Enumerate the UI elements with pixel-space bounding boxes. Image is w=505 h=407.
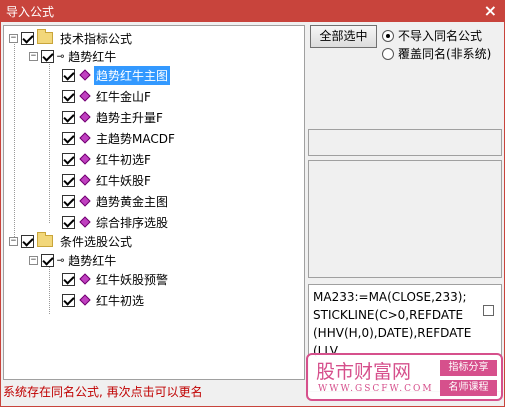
radio-label: 覆盖同名(非系统) xyxy=(398,47,492,61)
info-panel-middle xyxy=(308,160,502,278)
import-formula-dialog: − 技术指标公式 − ⊸ 趋势红牛 趋势红牛主图 红牛金山F 趋势主升量F 主趋… xyxy=(0,22,505,407)
checkbox[interactable] xyxy=(41,49,54,63)
formula-icon xyxy=(79,111,91,123)
tree-node-group-trend-bull[interactable]: − ⊸ 趋势红牛 xyxy=(29,251,118,269)
tree-node-condition-select[interactable]: − 条件选股公式 xyxy=(9,232,134,250)
checkbox[interactable] xyxy=(62,215,75,229)
code-line: (HHV(H,0),DATE),REFDATE xyxy=(313,326,472,340)
formula-icon xyxy=(79,273,91,285)
tree-leaf[interactable]: 综合排序选股 xyxy=(62,213,170,231)
folder-icon xyxy=(37,232,53,247)
code-line: STICKLINE(C>0,REFDATE xyxy=(313,308,464,322)
tree-leaf[interactable]: 红牛初选F xyxy=(62,150,153,168)
close-icon[interactable]: × xyxy=(484,1,497,20)
tree-node-tech-indicators[interactable]: − 技术指标公式 xyxy=(9,29,134,47)
watermark-url: WWW.GSCFW.COM xyxy=(318,384,434,394)
tree-leaf[interactable]: 红牛初选 xyxy=(62,291,146,309)
formula-icon xyxy=(79,153,91,165)
tree-node-label: 趋势红牛 xyxy=(68,49,117,64)
tree-node-label: 技术指标公式 xyxy=(60,31,133,46)
checkbox[interactable] xyxy=(62,89,75,103)
collapse-icon[interactable]: − xyxy=(29,255,38,265)
tree-leaf-label: 趋势主升量F xyxy=(96,110,163,125)
watermark-title: 股市财富网 xyxy=(316,361,412,383)
checkbox[interactable] xyxy=(41,253,54,267)
tree-node-label: 趋势红牛 xyxy=(68,253,117,268)
tree-guide-line xyxy=(14,39,15,239)
tree-leaf-label: 红牛妖股预警 xyxy=(96,272,169,287)
tree-leaf[interactable]: 红牛妖股F xyxy=(62,171,153,189)
radio-label: 不导入同名公式 xyxy=(398,29,483,43)
checkbox[interactable] xyxy=(62,131,75,145)
select-all-button[interactable]: 全部选中 xyxy=(310,25,377,48)
tree-leaf-label: 综合排序选股 xyxy=(96,215,169,230)
title-bar: 导入公式 × xyxy=(0,0,505,22)
code-line: MA233:=MA(CLOSE,233); xyxy=(313,290,467,304)
tree-leaf[interactable]: 趋势黄金主图 xyxy=(62,192,170,210)
formula-icon xyxy=(79,216,91,228)
radio-overwrite-duplicates[interactable]: 覆盖同名(非系统) xyxy=(382,45,491,62)
watermark-logo: 股市财富网 WWW.GSCFW.COM 指标分享 名师课程 xyxy=(306,353,503,401)
collapse-icon[interactable]: − xyxy=(9,236,18,246)
formula-icon xyxy=(79,69,91,81)
checkbox[interactable] xyxy=(62,173,75,187)
tree-leaf[interactable]: 主趋势MACDF xyxy=(62,129,177,147)
tree-guide-line xyxy=(49,57,50,223)
checkbox[interactable] xyxy=(21,31,34,45)
tree-node-group-trend-bull[interactable]: − ⊸ 趋势红牛 xyxy=(29,47,118,65)
checkbox[interactable] xyxy=(62,152,75,166)
tree-node-label: 条件选股公式 xyxy=(60,234,133,249)
formula-icon xyxy=(79,90,91,102)
checkbox[interactable] xyxy=(21,234,34,248)
code-checkbox[interactable] xyxy=(483,305,494,316)
tree-leaf-label: 趋势红牛主图 xyxy=(94,65,171,85)
info-panel-top xyxy=(308,129,502,156)
checkbox[interactable] xyxy=(62,194,75,208)
tree-leaf-label: 红牛妖股F xyxy=(96,173,151,188)
window-title: 导入公式 xyxy=(6,5,55,19)
key-icon: ⊸ xyxy=(57,49,64,63)
formula-icon xyxy=(79,132,91,144)
tree-guide-line xyxy=(49,264,50,314)
formula-icon xyxy=(79,195,91,207)
collapse-icon[interactable]: − xyxy=(29,51,38,61)
formula-icon xyxy=(79,174,91,186)
checkbox[interactable] xyxy=(62,293,75,307)
watermark-tag: 指标分享 xyxy=(440,360,497,376)
tree-leaf[interactable]: 红牛金山F xyxy=(62,87,153,105)
collapse-icon[interactable]: − xyxy=(9,33,18,43)
tree-leaf-label: 主趋势MACDF xyxy=(96,131,175,146)
tree-leaf-label: 红牛初选 xyxy=(96,293,145,308)
radio-button[interactable] xyxy=(382,47,394,60)
tree-leaf[interactable]: 趋势主升量F xyxy=(62,108,165,126)
formula-icon xyxy=(79,294,91,306)
folder-icon xyxy=(37,29,53,44)
tree-leaf[interactable]: 红牛妖股预警 xyxy=(62,270,170,288)
watermark-tag: 名师课程 xyxy=(440,380,497,396)
tree-leaf[interactable]: 趋势红牛主图 xyxy=(62,65,171,85)
checkbox[interactable] xyxy=(62,110,75,124)
checkbox[interactable] xyxy=(62,68,75,82)
checkbox[interactable] xyxy=(62,272,75,286)
formula-tree[interactable]: − 技术指标公式 − ⊸ 趋势红牛 趋势红牛主图 红牛金山F 趋势主升量F 主趋… xyxy=(3,25,305,380)
radio-skip-duplicates[interactable]: 不导入同名公式 xyxy=(382,27,482,44)
radio-button[interactable] xyxy=(382,29,394,42)
tree-leaf-label: 红牛初选F xyxy=(96,152,151,167)
status-message: 系统存在同名公式, 再次点击可以更名 xyxy=(3,385,203,399)
tree-leaf-label: 红牛金山F xyxy=(96,89,151,104)
key-icon: ⊸ xyxy=(57,253,64,267)
tree-leaf-label: 趋势黄金主图 xyxy=(96,194,169,209)
